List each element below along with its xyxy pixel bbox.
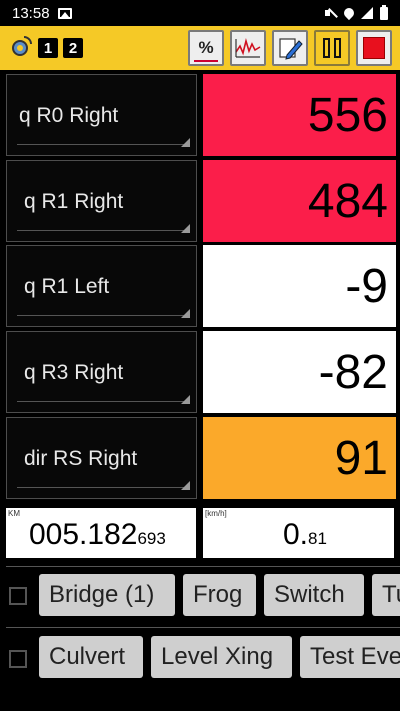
gallery-notification-icon [57,7,72,19]
status-bar: 13:58 [0,0,400,26]
channel-label: q R1 Right [24,190,124,213]
measurement-row: q R3 Right -82 [6,331,396,413]
event-button-bridge[interactable]: Bridge (1) [39,574,175,616]
stop-button[interactable] [356,30,392,66]
channel-value: 484 [203,160,396,242]
channel-2-badge[interactable]: 2 [63,38,83,58]
graph-button[interactable] [230,30,266,66]
channel-value: 91 [203,417,396,499]
event-button-tunnel[interactable]: Tu [372,574,400,616]
channel-1-badge[interactable]: 1 [38,38,58,58]
channel-value: -9 [203,245,396,327]
event-row-checkbox[interactable] [9,650,27,668]
dropdown-corner-icon [181,481,190,490]
measurement-row: q R1 Left -9 [6,245,396,327]
event-row-checkbox[interactable] [9,587,27,605]
channel-label: q R3 Right [24,361,124,384]
measurement-row: q R0 Right 556 [6,74,396,156]
mute-icon [325,7,337,19]
signal-icon [361,7,373,19]
channel-label: q R1 Left [24,275,110,298]
event-button-culvert[interactable]: Culvert [39,636,143,678]
location-icon [341,5,357,21]
gps-antenna-icon[interactable] [8,36,32,60]
status-icons [325,4,388,21]
position-unit: KM [8,509,20,518]
dropdown-corner-icon [181,395,190,404]
channel-label: q R0 Right [19,104,119,127]
position-fraction: 693 [137,529,166,548]
event-row: Culvert Level Xing Test Eve [0,627,400,685]
channel-selector[interactable]: q R1 Right [6,160,197,242]
event-button-switch[interactable]: Switch [264,574,364,616]
speed-fraction: 81 [308,529,327,548]
dropdown-corner-icon [181,224,190,233]
speed-main: 0. [283,518,309,551]
channel-value: -82 [203,331,396,413]
position-main: 005.182 [29,518,138,551]
toolbar: 1 2 % [0,26,400,70]
edit-button[interactable] [272,30,308,66]
channel-selector[interactable]: dir RS Right [6,417,197,499]
battery-icon [380,4,388,20]
event-row: Bridge (1) Frog Switch Tu [0,566,400,624]
event-button-level-xing[interactable]: Level Xing [151,636,292,678]
measurement-row: q R1 Right 484 [6,160,396,242]
clock: 13:58 [12,4,50,22]
event-button-test-event[interactable]: Test Eve [300,636,400,678]
measurement-row: dir RS Right 91 [6,417,396,499]
channel-selector[interactable]: q R1 Left [6,245,197,327]
event-button-frog[interactable]: Frog [183,574,256,616]
channel-selector[interactable]: q R0 Right [6,74,197,156]
channel-selector[interactable]: q R3 Right [6,331,197,413]
channel-label: dir RS Right [24,447,138,470]
pause-button[interactable] [314,30,350,66]
speed-unit: [km/h] [205,509,227,518]
percent-button[interactable]: % [188,30,224,66]
stop-icon [363,37,385,59]
percent-icon: % [194,38,218,62]
channel-value: 556 [203,74,396,156]
position-display: KM 005.182693 [6,508,196,558]
pencil-icon [279,38,303,60]
dropdown-corner-icon [181,309,190,318]
pause-icon [323,38,341,58]
speed-display: [km/h] 0.81 [203,508,394,558]
dropdown-corner-icon [181,138,190,147]
chart-icon [235,37,261,58]
